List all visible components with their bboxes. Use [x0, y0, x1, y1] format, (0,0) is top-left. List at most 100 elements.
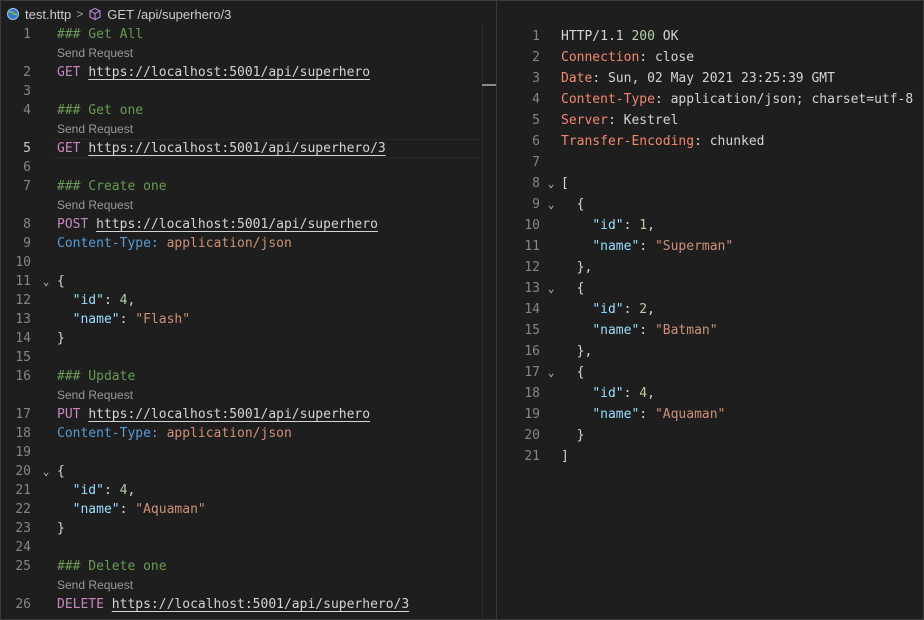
json-comma: ,: [647, 218, 655, 233]
request-url-link[interactable]: https://localhost:5001/api/superhero: [96, 217, 378, 232]
response-header-key: Server: [561, 113, 608, 128]
json-key: "name": [592, 239, 640, 254]
json-string: "Batman": [654, 323, 718, 338]
response-body-line: 9 ⌄ {: [498, 195, 924, 214]
request-url-link[interactable]: https://localhost:5001/api/superhero/3: [88, 141, 385, 156]
line-number: 21: [524, 449, 540, 464]
fold-chevron-icon[interactable]: ⌄: [545, 174, 557, 193]
json-comma: ,: [647, 302, 655, 317]
request-url-link[interactable]: https://localhost:5001/api/superhero: [88, 407, 370, 422]
json-punctuation: ]: [561, 449, 569, 464]
line-number: 26: [15, 597, 31, 612]
code-text: Server: Kestrel: [561, 113, 679, 128]
code-text: {: [561, 363, 585, 382]
code-line: 4 ### Get one: [0, 101, 496, 120]
code-text: "name": "Aquaman": [57, 500, 206, 519]
json-key: "id": [592, 302, 624, 317]
json-number: 1: [639, 218, 648, 233]
line-number: 3: [532, 71, 540, 86]
request-url-link[interactable]: https://localhost:5001/api/superhero/3: [112, 597, 409, 612]
http-method: DELETE: [57, 597, 104, 612]
line-number: 20: [15, 464, 31, 479]
json-brace: {: [57, 274, 65, 289]
json-key: "id": [72, 483, 104, 498]
send-request-lens[interactable]: Send Request: [57, 196, 133, 215]
line-number: 14: [524, 302, 540, 317]
code-line: 5 GET https://localhost:5001/api/superher…: [0, 139, 496, 158]
code-text: ### Update: [57, 367, 135, 386]
json-string: "Flash": [135, 312, 191, 327]
line-number: 20: [524, 428, 540, 443]
json-comma: ,: [647, 386, 655, 401]
send-request-lens[interactable]: Send Request: [57, 386, 133, 405]
request-editor[interactable]: 1 ### Get All Send Request 2 GET https://loc…: [0, 24, 496, 620]
json-punctuation: {: [561, 197, 585, 212]
status-text: OK: [662, 29, 679, 44]
code-line: 23}: [0, 519, 496, 538]
code-text: "id": 4,: [592, 386, 655, 401]
json-punctuation: {: [561, 281, 585, 296]
code-text: }: [57, 519, 65, 538]
line-number: 18: [524, 386, 540, 401]
json-comma: ,: [127, 483, 136, 498]
fold-chevron-icon[interactable]: ⌄: [545, 363, 557, 382]
line-number: 17: [524, 365, 540, 380]
code-line: 18 Content-Type: application/json: [0, 424, 496, 443]
code-text: "id": 4,: [57, 291, 136, 310]
line-number: 15: [15, 350, 31, 365]
response-body-line: 10 "id": 1,: [498, 216, 924, 235]
code-line: 1 ### Get All: [0, 25, 496, 44]
line-number: 14: [15, 331, 31, 346]
comment-text: ### Get All: [57, 27, 144, 42]
code-text: "name": "Superman": [592, 239, 734, 254]
breadcrumb-separator: >: [76, 7, 84, 21]
http-method: GET: [57, 141, 81, 156]
line-number: 19: [15, 445, 31, 460]
breadcrumb-file[interactable]: test.http: [25, 7, 71, 22]
line-number: 5: [532, 113, 540, 128]
fold-chevron-icon[interactable]: ⌄: [545, 279, 557, 298]
line-number: 22: [15, 502, 31, 517]
response-header-value: application/json; charset=utf-8: [670, 92, 914, 107]
editor-scrollbar[interactable]: [482, 24, 497, 620]
fold-chevron-icon[interactable]: ⌄: [40, 272, 52, 291]
line-number: 10: [524, 218, 540, 233]
code-text: Content-Type: application/json; charset=…: [561, 92, 914, 107]
line-number: 3: [23, 84, 31, 99]
fold-chevron-icon[interactable]: ⌄: [545, 195, 557, 214]
code-line: 25 ### Delete one: [0, 557, 496, 576]
line-number: 12: [524, 260, 540, 275]
line-number: 24: [15, 540, 31, 555]
response-header-key: Date: [561, 71, 593, 86]
line-number: 18: [15, 426, 31, 441]
code-text: ]: [561, 447, 569, 466]
response-body-line: 7: [498, 153, 924, 172]
send-request-lens[interactable]: Send Request: [57, 576, 133, 595]
code-line: 12 "id": 4,: [0, 291, 496, 310]
json-key: "name": [72, 312, 120, 327]
code-text: Connection: close: [561, 50, 695, 65]
fold-chevron-icon[interactable]: ⌄: [40, 462, 52, 481]
line-number: 11: [15, 274, 31, 289]
send-request-lens[interactable]: Send Request: [57, 44, 133, 63]
code-line: 13 "name": "Flash": [0, 310, 496, 329]
comment-text: ### Delete one: [57, 559, 167, 574]
code-text: "id": 2,: [592, 302, 655, 317]
response-body-line: 15 "name": "Batman": [498, 321, 924, 340]
code-text: Content-Type: application/json: [57, 424, 292, 443]
code-line: 2 GET https://localhost:5001/api/superher…: [0, 63, 496, 82]
code-text: "id": 4,: [57, 481, 136, 500]
line-number: 9: [23, 236, 31, 251]
response-viewer[interactable]: 1 HTTP/1.1 200 OK 2 Connection: close 3 Date:…: [498, 24, 924, 620]
line-number: 2: [532, 50, 540, 65]
code-text: "name": "Aquaman": [592, 407, 726, 422]
response-body-line: 13 ⌄ {: [498, 279, 924, 298]
code-line: 7 ### Create one: [0, 177, 496, 196]
response-header-line: 6 Transfer-Encoding: chunked: [498, 132, 924, 151]
status-protocol: HTTP/1.1: [561, 29, 624, 44]
request-url-link[interactable]: https://localhost:5001/api/superhero: [88, 65, 370, 80]
line-number: 25: [15, 559, 31, 574]
breadcrumb-request[interactable]: GET /api/superhero/3: [107, 7, 231, 22]
send-request-lens[interactable]: Send Request: [57, 120, 133, 139]
code-line: 26 DELETE https://localhost:5001/api/supe…: [0, 595, 496, 614]
